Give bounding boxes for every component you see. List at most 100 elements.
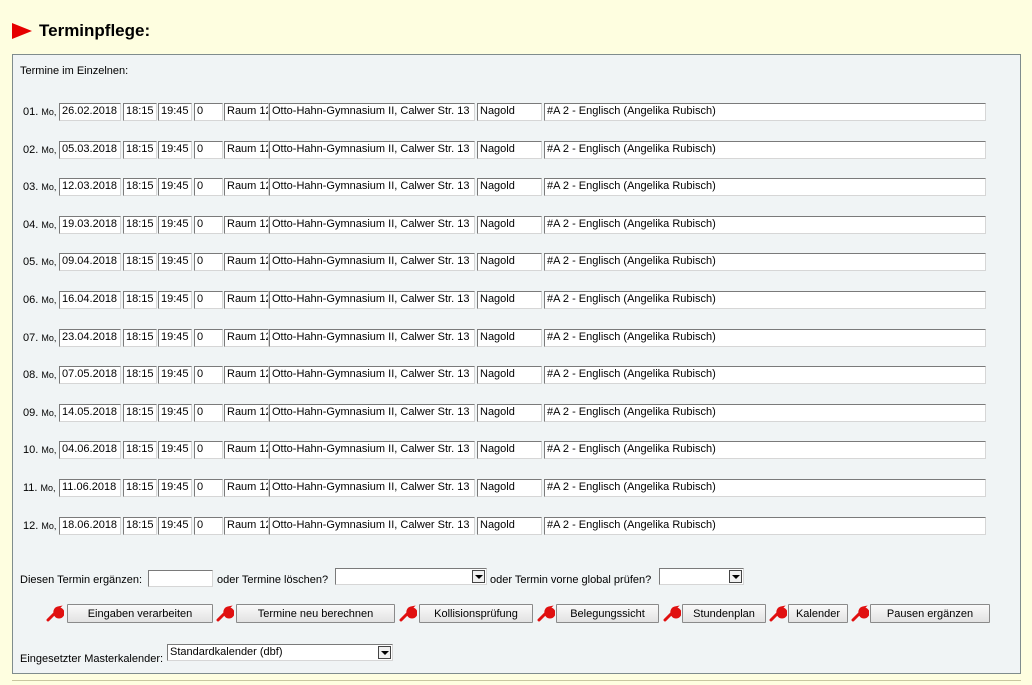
date-input[interactable]: 09.04.2018: [59, 253, 121, 272]
process-inputs-button[interactable]: Eingaben verarbeiten: [67, 604, 213, 623]
add-appointment-input[interactable]: [148, 570, 213, 587]
date-input[interactable]: 23.04.2018: [59, 328, 121, 347]
start-time-input[interactable]: 18:15: [123, 403, 157, 422]
date-input[interactable]: 26.02.2018: [59, 103, 121, 121]
units-input[interactable]: 0: [194, 441, 223, 460]
location-input[interactable]: Otto-Hahn-Gymnasium II, Calwer Str. 13: [269, 328, 475, 347]
delete-appointments-select[interactable]: [335, 568, 487, 585]
city-input[interactable]: Nagold: [477, 403, 542, 422]
date-input[interactable]: 14.05.2018: [59, 403, 121, 422]
units-input[interactable]: 0: [194, 366, 223, 385]
course-input[interactable]: #A 2 - Englisch (Angelika Rubisch): [544, 253, 986, 272]
room-input[interactable]: Raum 12: [224, 479, 269, 497]
units-input[interactable]: 0: [194, 253, 223, 272]
course-input[interactable]: #A 2 - Englisch (Angelika Rubisch): [544, 403, 986, 422]
room-input[interactable]: Raum 12: [224, 103, 269, 121]
room-input[interactable]: Raum 12: [224, 140, 269, 159]
date-input[interactable]: 05.03.2018: [59, 140, 121, 159]
date-input[interactable]: 19.03.2018: [59, 215, 121, 234]
location-input[interactable]: Otto-Hahn-Gymnasium II, Calwer Str. 13: [269, 253, 475, 272]
end-time-input[interactable]: 19:45: [158, 441, 192, 460]
course-input[interactable]: #A 2 - Englisch (Angelika Rubisch): [544, 178, 986, 197]
end-time-input[interactable]: 19:45: [158, 403, 192, 422]
end-time-input[interactable]: 19:45: [158, 479, 192, 497]
end-time-input[interactable]: 19:45: [158, 366, 192, 385]
chevron-down-icon[interactable]: [472, 570, 485, 583]
global-check-select[interactable]: [659, 568, 744, 585]
date-input[interactable]: 07.05.2018: [59, 366, 121, 385]
start-time-input[interactable]: 18:15: [123, 479, 157, 497]
course-input[interactable]: #A 2 - Englisch (Angelika Rubisch): [544, 441, 986, 460]
occupancy-view-button[interactable]: Belegungssicht: [556, 604, 659, 623]
location-input[interactable]: Otto-Hahn-Gymnasium II, Calwer Str. 13: [269, 291, 475, 309]
course-input[interactable]: #A 2 - Englisch (Angelika Rubisch): [544, 140, 986, 159]
date-input[interactable]: 16.04.2018: [59, 291, 121, 309]
course-input[interactable]: #A 2 - Englisch (Angelika Rubisch): [544, 516, 986, 535]
room-input[interactable]: Raum 12: [224, 291, 269, 309]
end-time-input[interactable]: 19:45: [158, 178, 192, 197]
room-input[interactable]: Raum 12: [224, 366, 269, 385]
start-time-input[interactable]: 18:15: [123, 441, 157, 460]
room-input[interactable]: Raum 12: [224, 178, 269, 197]
start-time-input[interactable]: 18:15: [123, 516, 157, 535]
units-input[interactable]: 0: [194, 403, 223, 422]
location-input[interactable]: Otto-Hahn-Gymnasium II, Calwer Str. 13: [269, 103, 475, 121]
location-input[interactable]: Otto-Hahn-Gymnasium II, Calwer Str. 13: [269, 215, 475, 234]
course-input[interactable]: #A 2 - Englisch (Angelika Rubisch): [544, 103, 986, 121]
units-input[interactable]: 0: [194, 516, 223, 535]
location-input[interactable]: Otto-Hahn-Gymnasium II, Calwer Str. 13: [269, 178, 475, 197]
location-input[interactable]: Otto-Hahn-Gymnasium II, Calwer Str. 13: [269, 140, 475, 159]
end-time-input[interactable]: 19:45: [158, 215, 192, 234]
add-breaks-button[interactable]: Pausen ergänzen: [870, 604, 990, 623]
end-time-input[interactable]: 19:45: [158, 103, 192, 121]
location-input[interactable]: Otto-Hahn-Gymnasium II, Calwer Str. 13: [269, 441, 475, 460]
chevron-down-icon[interactable]: [378, 646, 391, 659]
course-input[interactable]: #A 2 - Englisch (Angelika Rubisch): [544, 291, 986, 309]
master-calendar-select[interactable]: Standardkalender (dbf): [167, 644, 393, 661]
room-input[interactable]: Raum 12: [224, 253, 269, 272]
start-time-input[interactable]: 18:15: [123, 178, 157, 197]
city-input[interactable]: Nagold: [477, 291, 542, 309]
start-time-input[interactable]: 18:15: [123, 103, 157, 121]
location-input[interactable]: Otto-Hahn-Gymnasium II, Calwer Str. 13: [269, 479, 475, 497]
units-input[interactable]: 0: [194, 178, 223, 197]
course-input[interactable]: #A 2 - Englisch (Angelika Rubisch): [544, 215, 986, 234]
chevron-down-icon[interactable]: [729, 570, 742, 583]
end-time-input[interactable]: 19:45: [158, 516, 192, 535]
city-input[interactable]: Nagold: [477, 441, 542, 460]
location-input[interactable]: Otto-Hahn-Gymnasium II, Calwer Str. 13: [269, 516, 475, 535]
course-input[interactable]: #A 2 - Englisch (Angelika Rubisch): [544, 328, 986, 347]
calendar-button[interactable]: Kalender: [788, 604, 848, 623]
room-input[interactable]: Raum 12: [224, 441, 269, 460]
units-input[interactable]: 0: [194, 140, 223, 159]
city-input[interactable]: Nagold: [477, 178, 542, 197]
end-time-input[interactable]: 19:45: [158, 291, 192, 309]
start-time-input[interactable]: 18:15: [123, 140, 157, 159]
collision-check-button[interactable]: Kollisionsprüfung: [419, 604, 533, 623]
start-time-input[interactable]: 18:15: [123, 215, 157, 234]
city-input[interactable]: Nagold: [477, 140, 542, 159]
course-input[interactable]: #A 2 - Englisch (Angelika Rubisch): [544, 366, 986, 385]
units-input[interactable]: 0: [194, 103, 223, 121]
start-time-input[interactable]: 18:15: [123, 291, 157, 309]
start-time-input[interactable]: 18:15: [123, 366, 157, 385]
room-input[interactable]: Raum 12: [224, 516, 269, 535]
city-input[interactable]: Nagold: [477, 103, 542, 121]
start-time-input[interactable]: 18:15: [123, 253, 157, 272]
location-input[interactable]: Otto-Hahn-Gymnasium II, Calwer Str. 13: [269, 403, 475, 422]
course-input[interactable]: #A 2 - Englisch (Angelika Rubisch): [544, 479, 986, 497]
city-input[interactable]: Nagold: [477, 366, 542, 385]
date-input[interactable]: 12.03.2018: [59, 178, 121, 197]
city-input[interactable]: Nagold: [477, 253, 542, 272]
units-input[interactable]: 0: [194, 215, 223, 234]
room-input[interactable]: Raum 12: [224, 328, 269, 347]
city-input[interactable]: Nagold: [477, 328, 542, 347]
schedule-button[interactable]: Stundenplan: [682, 604, 766, 623]
units-input[interactable]: 0: [194, 328, 223, 347]
city-input[interactable]: Nagold: [477, 516, 542, 535]
location-input[interactable]: Otto-Hahn-Gymnasium II, Calwer Str. 13: [269, 366, 475, 385]
city-input[interactable]: Nagold: [477, 215, 542, 234]
date-input[interactable]: 11.06.2018: [59, 479, 121, 497]
room-input[interactable]: Raum 12: [224, 403, 269, 422]
start-time-input[interactable]: 18:15: [123, 328, 157, 347]
